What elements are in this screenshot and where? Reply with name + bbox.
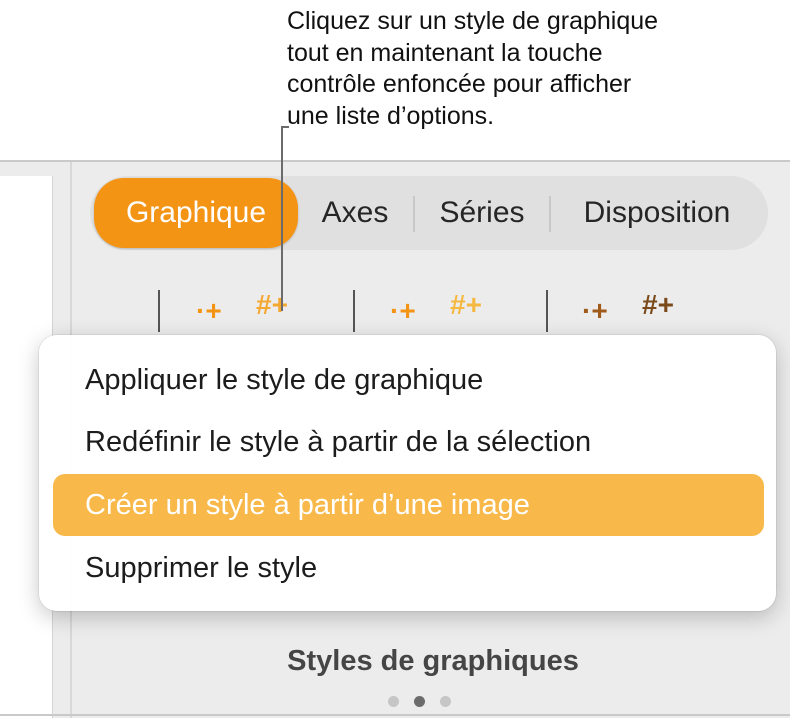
thumbnail-axis-line <box>353 290 355 332</box>
thumbnail-axis-line <box>546 290 548 332</box>
callout-line: contrôle enfoncée pour afficher <box>287 70 632 98</box>
page-dot[interactable] <box>388 696 399 707</box>
chart-style-thumbnail[interactable]: #+ <box>450 291 482 319</box>
callout-line: une liste d’options. <box>287 101 495 130</box>
tab-graphique[interactable]: Graphique <box>94 178 298 248</box>
menu-item-delete-style[interactable]: Supprimer le style <box>53 537 764 599</box>
menu-item-create-style-from-image[interactable]: Créer un style à partir d’une image <box>53 474 764 536</box>
chart-style-thumbnail[interactable]: #+ <box>642 291 674 319</box>
panel-bottom-border <box>0 714 790 716</box>
chart-styles-title: Styles de graphiques <box>287 645 579 677</box>
callout-text: Cliquez sur un style de graphique tout e… <box>287 6 767 132</box>
tab-disposition[interactable]: Disposition <box>551 176 763 250</box>
callout-leader-line <box>281 126 283 311</box>
chart-style-thumbnail[interactable]: #+ <box>256 291 288 319</box>
inspector-tabbar: Graphique Axes Séries Disposition <box>90 176 768 250</box>
callout-line: Cliquez sur un style de graphique <box>287 7 659 35</box>
chart-style-thumbnail[interactable]: ·+ <box>196 297 222 325</box>
thumbnail-axis-line <box>158 290 160 332</box>
tab-series[interactable]: Séries <box>415 176 549 250</box>
tab-axes[interactable]: Axes <box>298 176 412 250</box>
page-dot[interactable] <box>440 696 451 707</box>
menu-item-redefine-style[interactable]: Redéfinir le style à partir de la sélect… <box>53 411 764 473</box>
chart-style-thumbnail[interactable]: ·+ <box>582 297 608 325</box>
menu-item-apply-style[interactable]: Appliquer le style de graphique <box>53 349 764 411</box>
chart-style-thumbnail[interactable]: ·+ <box>390 297 416 325</box>
callout-line: tout en maintenant la touche <box>287 38 603 67</box>
page-dot-current[interactable] <box>414 696 425 707</box>
context-menu: Appliquer le style de graphique Redéfini… <box>39 335 776 611</box>
panel-top-border <box>0 160 790 162</box>
chart-style-thumbnails: ·+ #+ ·+ #+ ·+ #+ <box>150 285 710 335</box>
page-indicator <box>388 696 451 707</box>
